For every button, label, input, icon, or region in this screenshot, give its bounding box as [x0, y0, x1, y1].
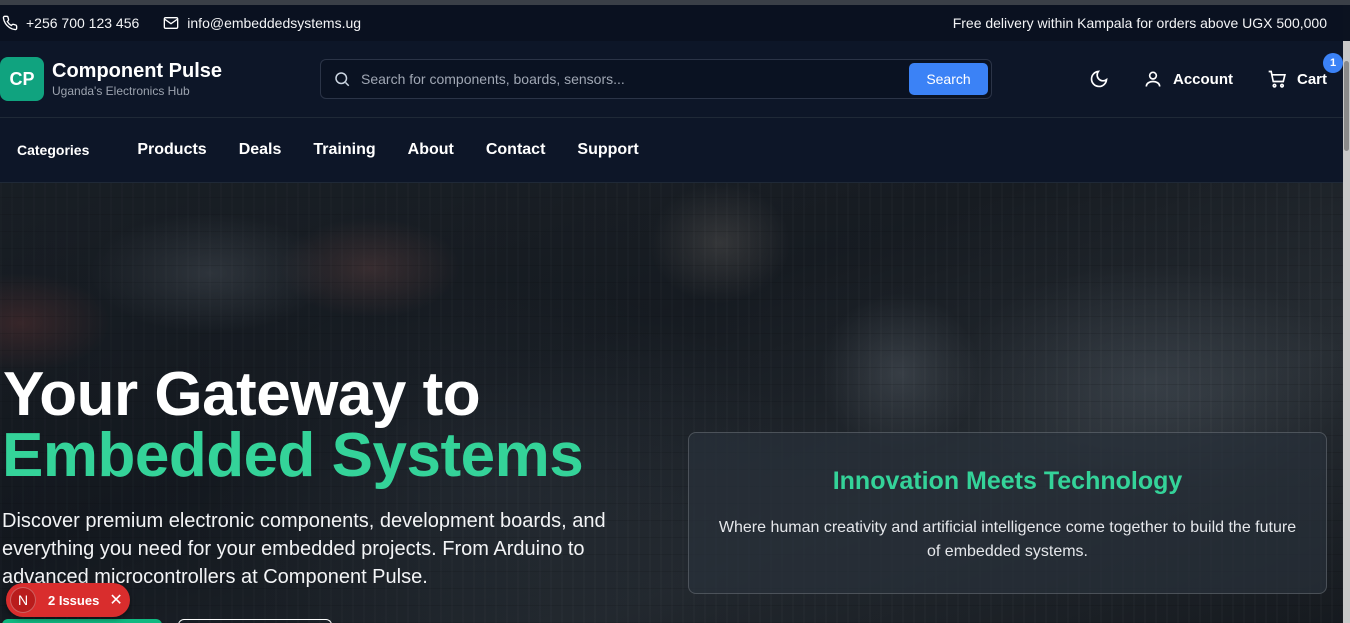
hero-description: Discover premium electronic components, … — [2, 510, 606, 588]
mail-icon — [163, 17, 179, 29]
brand-tagline: Uganda's Electronics Hub — [52, 84, 190, 98]
contact-phone[interactable]: +256 700 123 456 — [2, 15, 139, 31]
search-input[interactable] — [361, 71, 909, 87]
search-bar: Search — [320, 59, 992, 99]
cart-button[interactable]: Cart 1 — [1267, 53, 1343, 89]
phone-text: +256 700 123 456 — [26, 15, 140, 31]
logo-badge: CP — [0, 57, 44, 101]
user-icon — [1145, 71, 1161, 87]
nav-link-support[interactable]: Support — [577, 141, 638, 159]
nav-link-contact[interactable]: Contact — [486, 141, 546, 159]
email-text: info@embeddedsystems.ug — [187, 15, 362, 31]
main-nav: Categories Products Deals Training About… — [0, 118, 1343, 183]
issues-label: 2 Issues — [48, 592, 100, 608]
account-label: Account — [1172, 70, 1233, 88]
issues-initial: N — [10, 587, 36, 613]
secondary-cta-button[interactable] — [178, 619, 332, 623]
cart-label: Cart — [1296, 70, 1327, 88]
brand-logo[interactable]: CP Component Pulse Uganda's Electronics … — [0, 57, 320, 101]
issues-badge[interactable]: N 2 Issues ✕ — [6, 583, 130, 617]
hero-title-line2: Embedded Systems — [2, 421, 584, 490]
scrollbar-thumb[interactable] — [1344, 61, 1349, 151]
card-text: Where human creativity and artificial in… — [718, 519, 1297, 560]
hero-section: Your Gateway to Embedded Systems Discove… — [0, 183, 1343, 623]
delivery-promo: Free delivery within Kampala for orders … — [952, 15, 1327, 31]
innovation-card: Innovation Meets Technology Where human … — [688, 432, 1327, 594]
moon-icon — [1090, 70, 1108, 88]
nav-link-products[interactable]: Products — [137, 141, 206, 159]
contact-email[interactable]: info@embeddedsystems.ug — [163, 15, 361, 31]
cart-count-badge: 1 — [1323, 53, 1343, 73]
header-actions: Account Cart 1 — [1089, 53, 1343, 89]
nav-link-training[interactable]: Training — [313, 141, 375, 159]
close-icon[interactable]: ✕ — [109, 590, 122, 610]
top-info-bar: +256 700 123 456 info@embeddedsystems.ug… — [0, 5, 1343, 41]
account-button[interactable]: Account — [1143, 69, 1233, 89]
page-scrollbar[interactable] — [1343, 41, 1350, 623]
nav-link-about[interactable]: About — [408, 141, 454, 159]
search-button[interactable]: Search — [909, 63, 988, 95]
primary-cta-button[interactable] — [2, 619, 162, 623]
cart-icon — [1268, 70, 1286, 88]
nav-link-deals[interactable]: Deals — [239, 141, 282, 159]
brand-name: Component Pulse — [52, 60, 223, 82]
phone-icon — [2, 15, 18, 31]
categories-menu[interactable]: Categories — [17, 142, 89, 158]
theme-toggle[interactable] — [1089, 69, 1109, 89]
site-header: CP Component Pulse Uganda's Electronics … — [0, 41, 1343, 118]
card-title: Innovation Meets Technology — [832, 467, 1183, 495]
search-icon — [335, 72, 350, 87]
